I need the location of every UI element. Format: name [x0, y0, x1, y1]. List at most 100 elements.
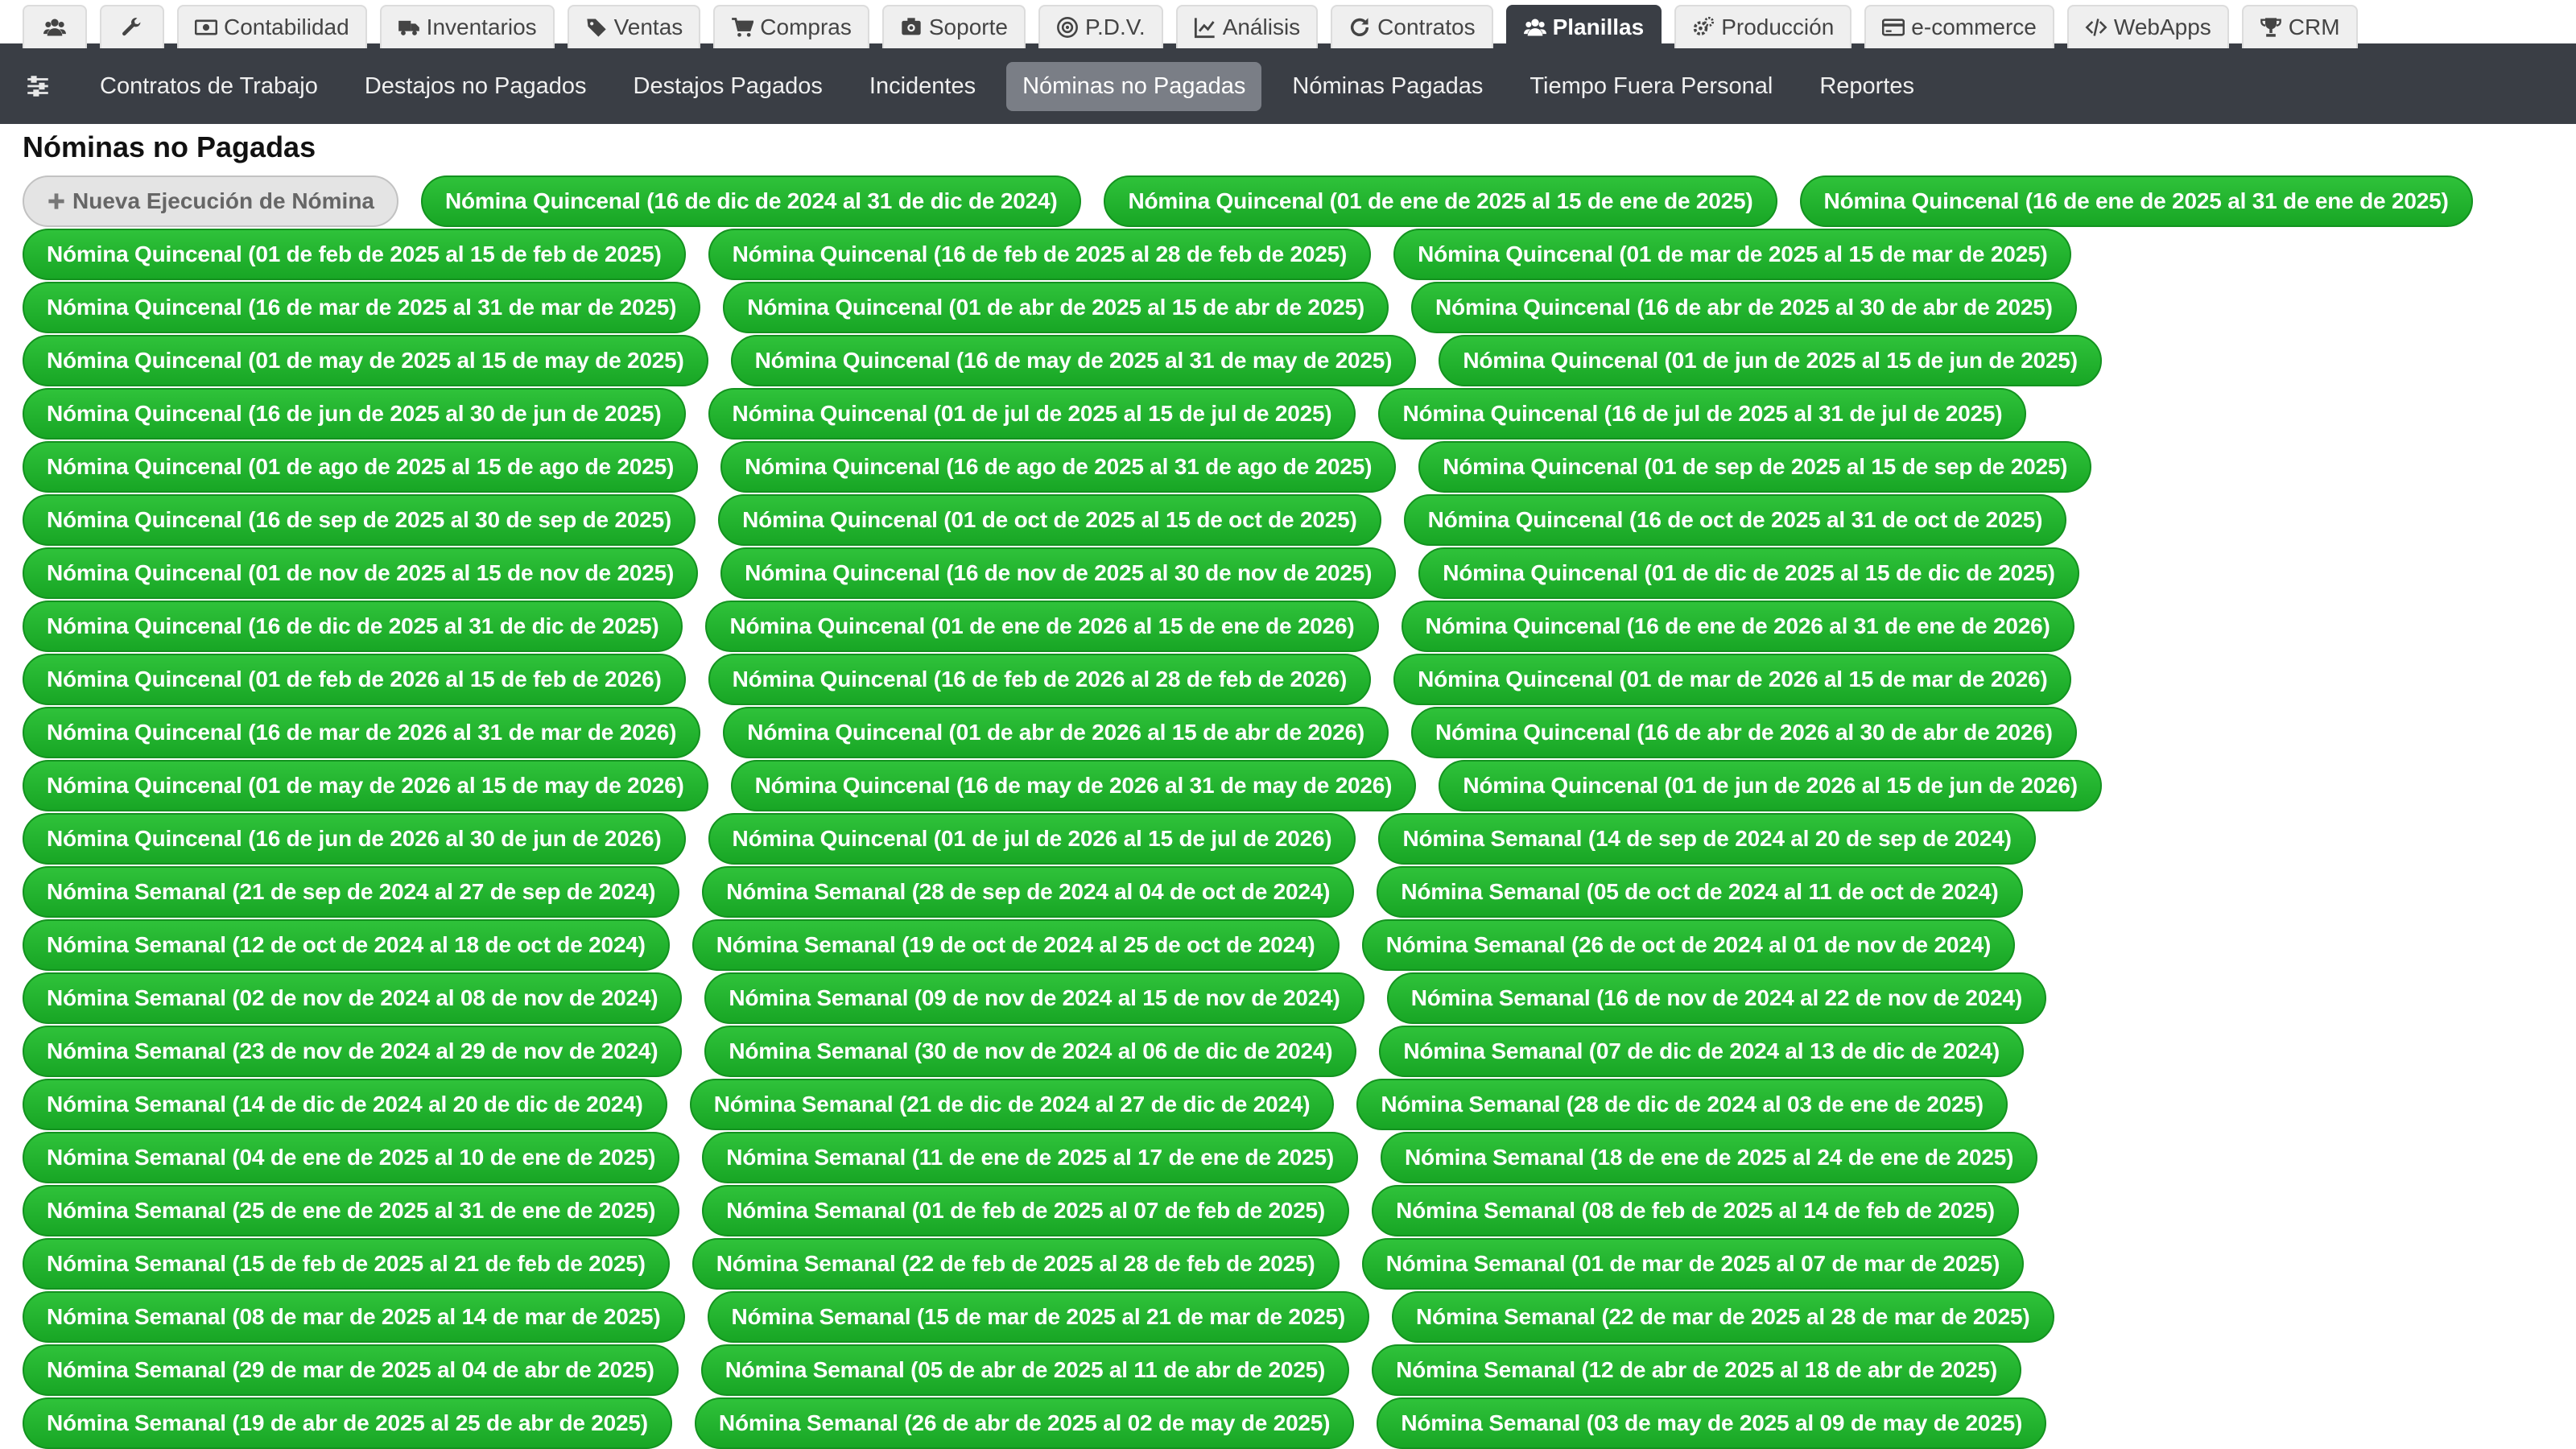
payroll-button[interactable]: Nómina Semanal (15 de feb de 2025 al 21 …: [23, 1238, 670, 1290]
payroll-button[interactable]: Nómina Semanal (19 de oct de 2024 al 25 …: [691, 919, 1340, 971]
payroll-button[interactable]: Nómina Semanal (02 de nov de 2024 al 08 …: [23, 972, 683, 1024]
payroll-button[interactable]: Nómina Semanal (07 de dic de 2024 al 13 …: [1379, 1026, 2025, 1077]
payroll-button[interactable]: Nómina Quincenal (16 de may de 2026 al 3…: [730, 760, 1417, 811]
payroll-button[interactable]: Nómina Semanal (12 de oct de 2024 al 18 …: [23, 919, 670, 971]
module-tab-compras[interactable]: Compras: [713, 5, 869, 48]
payroll-button[interactable]: Nómina Quincenal (16 de may de 2025 al 3…: [730, 335, 1417, 386]
payroll-button[interactable]: Nómina Quincenal (01 de feb de 2026 al 1…: [23, 654, 686, 705]
payroll-button[interactable]: Nómina Quincenal (01 de ene de 2026 al 1…: [705, 601, 1379, 652]
payroll-button[interactable]: Nómina Quincenal (16 de feb de 2025 al 2…: [708, 229, 1372, 280]
payroll-button[interactable]: Nómina Semanal (03 de may de 2025 al 09 …: [1377, 1397, 2047, 1449]
new-payroll-run-button[interactable]: Nueva Ejecución de Nómina: [23, 175, 398, 227]
module-tab-p-d-v[interactable]: P.D.V.: [1038, 5, 1163, 48]
sliders-icon[interactable]: [24, 72, 52, 100]
payroll-button[interactable]: Nómina Semanal (23 de nov de 2024 al 29 …: [23, 1026, 683, 1077]
submodule-tab-incidentes[interactable]: Incidentes: [853, 62, 992, 111]
payroll-button[interactable]: Nómina Semanal (22 de mar de 2025 al 28 …: [1392, 1291, 2054, 1343]
submodule-tab-tiempo-fuera-personal[interactable]: Tiempo Fuera Personal: [1513, 62, 1789, 111]
payroll-button[interactable]: Nómina Semanal (19 de abr de 2025 al 25 …: [23, 1397, 672, 1449]
truck-icon: [398, 16, 420, 39]
payroll-button[interactable]: Nómina Quincenal (01 de oct de 2025 al 1…: [718, 494, 1381, 546]
payroll-button[interactable]: Nómina Quincenal (01 de dic de 2025 al 1…: [1418, 547, 2079, 599]
payroll-button[interactable]: Nómina Quincenal (16 de ene de 2026 al 3…: [1401, 601, 2074, 652]
payroll-button[interactable]: Nómina Quincenal (01 de jun de 2026 al 1…: [1439, 760, 2102, 811]
payroll-button[interactable]: Nómina Semanal (16 de nov de 2024 al 22 …: [1386, 972, 2047, 1024]
module-tab-contabilidad[interactable]: Contabilidad: [177, 5, 367, 48]
payroll-button[interactable]: Nómina Quincenal (01 de may de 2025 al 1…: [23, 335, 708, 386]
payroll-button[interactable]: Nómina Quincenal (16 de mar de 2026 al 3…: [23, 707, 701, 758]
payroll-button[interactable]: Nómina Quincenal (01 de ene de 2025 al 1…: [1104, 175, 1777, 227]
payroll-button[interactable]: Nómina Quincenal (01 de mar de 2025 al 1…: [1393, 229, 2072, 280]
payroll-button[interactable]: Nómina Semanal (14 de sep de 2024 al 20 …: [1378, 813, 2036, 865]
payroll-button[interactable]: Nómina Semanal (09 de nov de 2024 al 15 …: [704, 972, 1364, 1024]
payroll-button[interactable]: Nómina Quincenal (01 de jul de 2025 al 1…: [708, 388, 1356, 440]
submodule-tab-destajos-pagados[interactable]: Destajos Pagados: [617, 62, 839, 111]
new-payroll-run-label: Nueva Ejecución de Nómina: [72, 188, 374, 213]
payroll-button[interactable]: Nómina Semanal (01 de mar de 2025 al 07 …: [1361, 1238, 2025, 1290]
payroll-button[interactable]: Nómina Semanal (05 de oct de 2024 al 11 …: [1377, 866, 2023, 918]
module-tab-produccion[interactable]: Producción: [1674, 5, 1852, 48]
payroll-button[interactable]: Nómina Quincenal (01 de ago de 2025 al 1…: [23, 441, 699, 493]
module-tab-contratos[interactable]: Contratos: [1331, 5, 1493, 48]
submodule-tab-nominas-pagadas[interactable]: Nóminas Pagadas: [1276, 62, 1499, 111]
payroll-button[interactable]: Nómina Semanal (30 de nov de 2024 al 06 …: [704, 1026, 1357, 1077]
submodule-tab-contratos-de-trabajo[interactable]: Contratos de Trabajo: [84, 62, 334, 111]
payroll-button[interactable]: Nómina Semanal (04 de ene de 2025 al 10 …: [23, 1132, 680, 1183]
payroll-button[interactable]: Nómina Quincenal (16 de mar de 2025 al 3…: [23, 282, 701, 333]
module-tab-label: Compras: [760, 14, 852, 39]
module-tab-analisis[interactable]: Análisis: [1175, 5, 1319, 48]
payroll-button[interactable]: Nómina Quincenal (16 de dic de 2025 al 3…: [23, 601, 683, 652]
payroll-button[interactable]: Nómina Semanal (22 de feb de 2025 al 28 …: [691, 1238, 1340, 1290]
payroll-button[interactable]: Nómina Quincenal (01 de jul de 2026 al 1…: [708, 813, 1356, 865]
payroll-button[interactable]: Nómina Quincenal (16 de oct de 2025 al 3…: [1403, 494, 2067, 546]
payroll-button[interactable]: Nómina Semanal (21 de dic de 2024 al 27 …: [689, 1079, 1335, 1130]
payroll-button[interactable]: Nómina Semanal (28 de sep de 2024 al 04 …: [702, 866, 1355, 918]
module-tab-e-commerce[interactable]: e-commerce: [1864, 5, 2054, 48]
payroll-button[interactable]: Nómina Quincenal (01 de jun de 2025 al 1…: [1439, 335, 2102, 386]
payroll-button[interactable]: Nómina Semanal (08 de feb de 2025 al 14 …: [1372, 1185, 2019, 1236]
payroll-button[interactable]: Nómina Semanal (29 de mar de 2025 al 04 …: [23, 1344, 679, 1396]
module-tab-soporte[interactable]: Soporte: [881, 5, 1026, 48]
payroll-button[interactable]: Nómina Quincenal (01 de sep de 2025 al 1…: [1418, 441, 2092, 493]
module-tab-users[interactable]: [23, 5, 87, 48]
submodule-tab-nominas-no-pagadas[interactable]: Nóminas no Pagadas: [1006, 61, 1262, 111]
payroll-button[interactable]: Nómina Semanal (28 de dic de 2024 al 03 …: [1356, 1079, 2008, 1130]
payroll-button[interactable]: Nómina Semanal (26 de oct de 2024 al 01 …: [1361, 919, 2016, 971]
submodule-tab-reportes[interactable]: Reportes: [1803, 62, 1930, 111]
payroll-button[interactable]: Nómina Semanal (12 de abr de 2025 al 18 …: [1372, 1344, 2022, 1396]
payroll-button[interactable]: Nómina Quincenal (16 de abr de 2026 al 3…: [1411, 707, 2077, 758]
payroll-button[interactable]: Nómina Quincenal (16 de abr de 2025 al 3…: [1411, 282, 2077, 333]
payroll-button[interactable]: Nómina Semanal (18 de ene de 2025 al 24 …: [1381, 1132, 2038, 1183]
module-tab-webapps[interactable]: WebApps: [2066, 5, 2229, 48]
payroll-button[interactable]: Nómina Semanal (08 de mar de 2025 al 14 …: [23, 1291, 685, 1343]
payroll-button[interactable]: Nómina Semanal (01 de feb de 2025 al 07 …: [702, 1185, 1350, 1236]
payroll-button[interactable]: Nómina Quincenal (16 de jun de 2025 al 3…: [23, 388, 686, 440]
module-tab-wrench[interactable]: [100, 5, 164, 48]
payroll-button[interactable]: Nómina Quincenal (16 de sep de 2025 al 3…: [23, 494, 696, 546]
submodule-tab-destajos-no-pagados[interactable]: Destajos no Pagados: [349, 62, 603, 111]
payroll-button[interactable]: Nómina Semanal (05 de abr de 2025 al 11 …: [700, 1344, 1350, 1396]
payroll-button[interactable]: Nómina Quincenal (01 de abr de 2025 al 1…: [723, 282, 1389, 333]
payroll-button[interactable]: Nómina Quincenal (16 de jul de 2025 al 3…: [1378, 388, 2027, 440]
payroll-button[interactable]: Nómina Semanal (25 de ene de 2025 al 31 …: [23, 1185, 680, 1236]
payroll-button[interactable]: Nómina Semanal (26 de abr de 2025 al 02 …: [694, 1397, 1355, 1449]
payroll-button[interactable]: Nómina Quincenal (16 de ene de 2025 al 3…: [1799, 175, 2473, 227]
payroll-button[interactable]: Nómina Quincenal (16 de dic de 2024 al 3…: [421, 175, 1082, 227]
module-tab-inventarios[interactable]: Inventarios: [379, 5, 555, 48]
payroll-button[interactable]: Nómina Quincenal (16 de jun de 2026 al 3…: [23, 813, 686, 865]
payroll-button[interactable]: Nómina Quincenal (01 de abr de 2026 al 1…: [723, 707, 1389, 758]
payroll-button[interactable]: Nómina Semanal (15 de mar de 2025 al 21 …: [707, 1291, 1370, 1343]
module-tab-crm[interactable]: CRM: [2241, 5, 2358, 48]
payroll-button[interactable]: Nómina Quincenal (01 de feb de 2025 al 1…: [23, 229, 686, 280]
payroll-button[interactable]: Nómina Quincenal (01 de may de 2026 al 1…: [23, 760, 708, 811]
payroll-button[interactable]: Nómina Semanal (11 de ene de 2025 al 17 …: [702, 1132, 1359, 1183]
payroll-button[interactable]: Nómina Quincenal (16 de ago de 2025 al 3…: [720, 441, 1397, 493]
payroll-button[interactable]: Nómina Quincenal (16 de feb de 2026 al 2…: [708, 654, 1372, 705]
payroll-button[interactable]: Nómina Quincenal (16 de nov de 2025 al 3…: [720, 547, 1397, 599]
module-tab-planillas[interactable]: Planillas: [1505, 5, 1662, 48]
payroll-button[interactable]: Nómina Quincenal (01 de mar de 2026 al 1…: [1393, 654, 2072, 705]
payroll-button[interactable]: Nómina Semanal (14 de dic de 2024 al 20 …: [23, 1079, 667, 1130]
payroll-button[interactable]: Nómina Semanal (21 de sep de 2024 al 27 …: [23, 866, 680, 918]
module-tab-ventas[interactable]: Ventas: [567, 5, 701, 48]
payroll-button[interactable]: Nómina Quincenal (01 de nov de 2025 al 1…: [23, 547, 699, 599]
